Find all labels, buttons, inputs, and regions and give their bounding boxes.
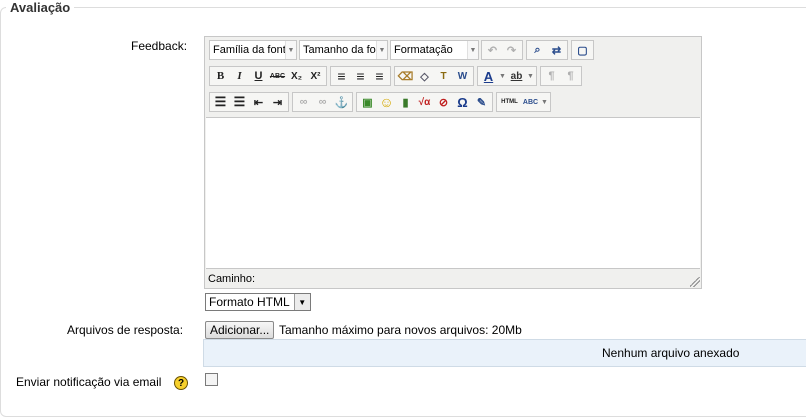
help-icon[interactable]: ? xyxy=(174,376,188,390)
equation-icon[interactable]: √α xyxy=(416,93,434,111)
notify-checkbox[interactable] xyxy=(205,373,218,386)
font-family-select[interactable]: Família da font ▼ xyxy=(209,40,297,60)
fullscreen-group: ▢ xyxy=(571,40,594,60)
direction-group: ¶ ¶ xyxy=(540,66,582,86)
unlink-icon[interactable]: ∞ xyxy=(314,93,332,111)
list-group: ☰ ☰ ⇤ ⇥ xyxy=(209,92,289,112)
editor-path: Caminho: xyxy=(208,273,256,285)
color-group: A ▼ ab ▼ xyxy=(477,66,537,86)
replace-icon[interactable]: ⇄ xyxy=(548,41,566,59)
link-icon[interactable]: ∞ xyxy=(295,93,313,111)
toolbar-row-3: ☰ ☰ ⇤ ⇥ ∞ ∞ ⚓ ▣ ☺ ▮ √α ⊘ Ω ✎ HTML ABC ▼ xyxy=(209,91,554,113)
add-file-button[interactable]: Adicionar... xyxy=(205,321,275,339)
toolbar-row-2: B I U ABC X₂ X² ≡ ≡ ≡ ⌫ ◇ T W A ▼ ab ▼ ¶… xyxy=(209,65,585,87)
nolink-icon[interactable]: ⊘ xyxy=(435,93,453,111)
align-center-icon[interactable]: ≡ xyxy=(352,67,370,85)
format-block-select[interactable]: Formatação ▼ xyxy=(390,40,479,60)
no-files-text: Nenhum arquivo anexado xyxy=(602,346,740,360)
chevron-down-icon: ▼ xyxy=(467,41,478,59)
link-group: ∞ ∞ ⚓ xyxy=(292,92,353,112)
feedback-editor: Família da font ▼ Tamanho da fo ▼ Format… xyxy=(204,36,702,289)
text-color-icon[interactable]: A xyxy=(480,67,498,85)
rtl-icon[interactable]: ¶ xyxy=(562,67,580,85)
resize-handle-icon[interactable] xyxy=(690,277,700,287)
font-size-select[interactable]: Tamanho da fo ▼ xyxy=(299,40,388,60)
text-style-group: B I U ABC X₂ X² xyxy=(209,66,327,86)
ltr-icon[interactable]: ¶ xyxy=(543,67,561,85)
spellcheck-icon[interactable]: ABC xyxy=(522,93,540,111)
indent-icon[interactable]: ⇥ xyxy=(269,93,287,111)
insert-group: ▣ ☺ ▮ √α ⊘ Ω ✎ xyxy=(356,92,493,112)
text-format-value: Formato HTML xyxy=(209,295,290,309)
redo-icon[interactable]: ↷ xyxy=(503,41,521,59)
notify-label: Enviar notificação via email xyxy=(16,375,162,389)
history-group: ↶ ↷ xyxy=(481,40,523,60)
paste-text-icon[interactable]: T xyxy=(435,67,453,85)
chevron-down-icon[interactable]: ▼ xyxy=(527,67,535,85)
subscript-icon[interactable]: X₂ xyxy=(288,67,306,85)
font-family-value: Família da font xyxy=(213,44,285,56)
text-format-select[interactable]: Formato HTML ▼ xyxy=(205,293,311,311)
strikethrough-icon[interactable]: ABC xyxy=(269,67,287,85)
editor-content-area[interactable] xyxy=(206,117,700,269)
clipboard-group: ⌫ ◇ T W xyxy=(394,66,474,86)
section-title: Avaliação xyxy=(6,0,75,15)
toolbar-row-1: Família da font ▼ Tamanho da fo ▼ Format… xyxy=(209,39,597,61)
html-icon[interactable]: HTML xyxy=(499,93,521,111)
edit-icon[interactable]: ✎ xyxy=(473,93,491,111)
feedback-label: Feedback: xyxy=(131,39,188,53)
code-group: HTML ABC ▼ xyxy=(496,92,551,112)
outdent-icon[interactable]: ⇤ xyxy=(250,93,268,111)
eraser-icon[interactable]: ◇ xyxy=(416,67,434,85)
chevron-down-icon: ▼ xyxy=(293,294,310,310)
paste-word-icon[interactable]: W xyxy=(454,67,472,85)
format-block-value: Formatação xyxy=(394,44,453,56)
attachments-label: Arquivos de resposta: xyxy=(67,323,184,337)
underline-icon[interactable]: U xyxy=(250,67,268,85)
fullscreen-icon[interactable]: ▢ xyxy=(574,41,592,59)
find-icon[interactable]: ⌕ xyxy=(529,41,547,59)
chevron-down-icon: ▼ xyxy=(376,41,387,59)
italic-icon[interactable]: I xyxy=(231,67,249,85)
image-icon[interactable]: ▣ xyxy=(359,93,377,111)
align-right-icon[interactable]: ≡ xyxy=(371,67,389,85)
search-group: ⌕ ⇄ xyxy=(526,40,568,60)
numbered-list-icon[interactable]: ☰ xyxy=(231,93,249,111)
special-char-icon[interactable]: Ω xyxy=(454,93,472,111)
font-size-value: Tamanho da fo xyxy=(303,44,376,56)
max-size-text: Tamanho máximo para novos arquivos: 20Mb xyxy=(279,323,522,337)
bullet-list-icon[interactable]: ☰ xyxy=(212,93,230,111)
chevron-down-icon[interactable]: ▼ xyxy=(499,67,507,85)
bold-icon[interactable]: B xyxy=(212,67,230,85)
superscript-icon[interactable]: X² xyxy=(307,67,325,85)
file-list-box: Nenhum arquivo anexado xyxy=(203,339,806,367)
undo-icon[interactable]: ↶ xyxy=(484,41,502,59)
emoticon-icon[interactable]: ☺ xyxy=(378,93,396,111)
align-group: ≡ ≡ ≡ xyxy=(330,66,391,86)
media-icon[interactable]: ▮ xyxy=(397,93,415,111)
align-left-icon[interactable]: ≡ xyxy=(333,67,351,85)
cleanup-icon[interactable]: ⌫ xyxy=(397,67,415,85)
chevron-down-icon: ▼ xyxy=(285,41,296,59)
anchor-icon[interactable]: ⚓ xyxy=(333,93,351,111)
highlight-color-icon[interactable]: ab xyxy=(508,67,526,85)
chevron-down-icon[interactable]: ▼ xyxy=(541,93,549,111)
